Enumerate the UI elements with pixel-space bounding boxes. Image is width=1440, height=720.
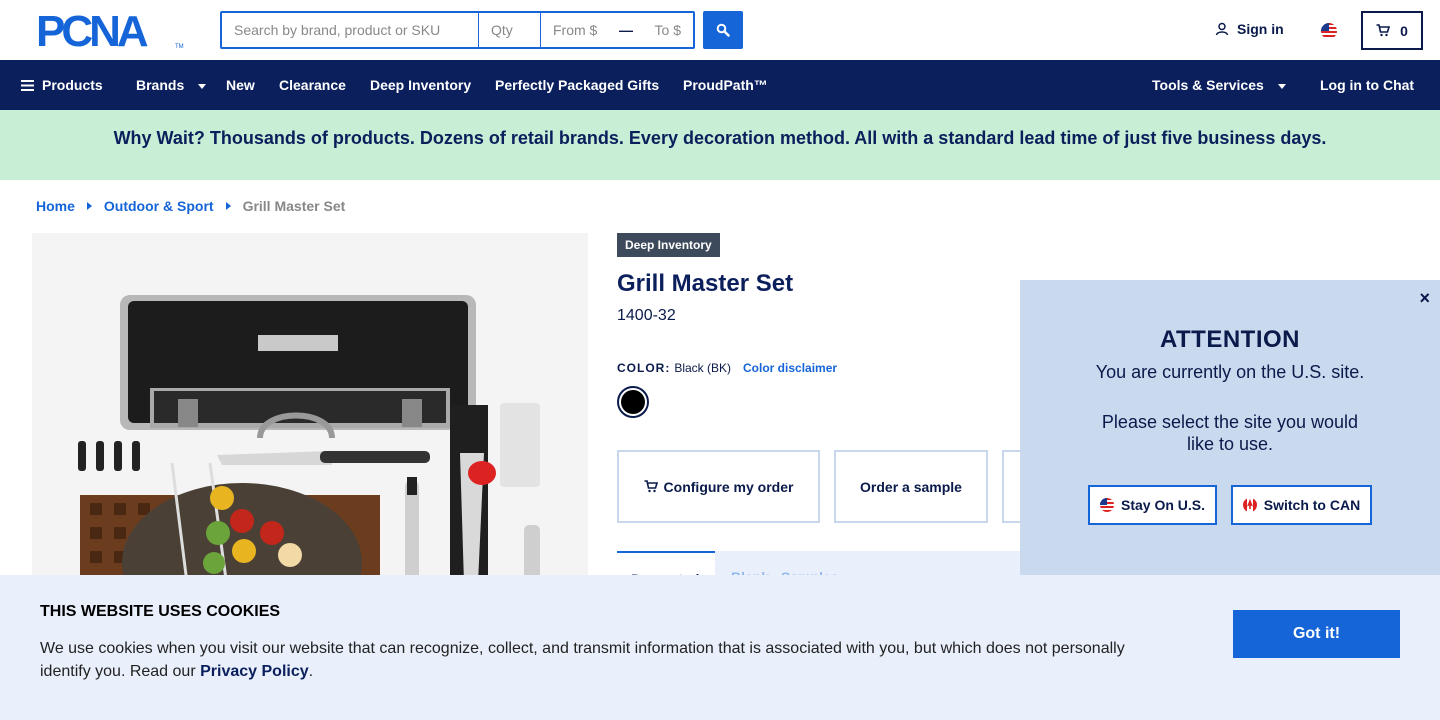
nav-clearance[interactable]: Clearance	[279, 60, 346, 110]
main-nav: Products Brands New Clearance Deep Inven…	[0, 60, 1440, 110]
grill-set-illustration	[78, 295, 540, 633]
close-icon[interactable]: ×	[1419, 288, 1430, 309]
nav-chat-label: Log in to Chat	[1320, 77, 1415, 93]
cookie-banner: THIS WEBSITE USES COOKIES We use cookies…	[0, 575, 1440, 720]
cookie-title: THIS WEBSITE USES COOKIES	[40, 603, 281, 620]
nav-tools-services[interactable]: Tools & Services	[1152, 60, 1286, 110]
nav-products-label: Products	[42, 77, 103, 93]
sign-in-link[interactable]: Sign in	[1215, 21, 1284, 37]
nav-new-label: New	[226, 77, 255, 93]
configure-order-label: Configure my order	[663, 478, 794, 495]
nav-gifts-label: Perfectly Packaged Gifts	[495, 77, 660, 93]
nav-proudpath-label: ProudPath™	[683, 77, 768, 93]
order-sample-label: Order a sample	[860, 478, 962, 495]
nav-proudpath[interactable]: ProudPath™	[683, 60, 768, 110]
breadcrumb: Home Outdoor & Sport Grill Master Set	[36, 198, 345, 214]
chevron-right-icon	[225, 202, 231, 210]
stay-us-label: Stay On U.S.	[1120, 497, 1206, 513]
privacy-policy-link[interactable]: Privacy Policy	[200, 663, 309, 680]
switch-can-button[interactable]: Switch to CAN	[1231, 485, 1372, 525]
svg-text:PCNA: PCNA	[36, 12, 148, 50]
nav-brands[interactable]: Brands	[136, 60, 207, 110]
site-selector-modal: × ATTENTION You are currently on the U.S…	[1020, 280, 1440, 580]
attention-current-site: You are currently on the U.S. site.	[1095, 362, 1365, 382]
product-sku: 1400-32	[617, 307, 676, 324]
price-range-input: From $ — To $	[541, 13, 693, 47]
price-from-input[interactable]: From $	[553, 22, 597, 38]
nav-log-in-to-chat[interactable]: Log in to Chat	[1320, 60, 1414, 110]
color-row: COLOR: Black (BK) Color disclaimer	[617, 361, 837, 375]
search-button[interactable]	[703, 11, 743, 49]
action-button-partial[interactable]	[1002, 450, 1020, 523]
hamburger-icon	[21, 79, 34, 91]
us-flag-icon	[1099, 498, 1114, 512]
search-bar: Search by brand, product or SKU Qty From…	[220, 11, 695, 49]
cart-count: 0	[1400, 22, 1408, 39]
cart-icon	[644, 480, 658, 493]
attention-title: ATTENTION	[1159, 326, 1301, 353]
attention-instruction: Please select the site you would like to…	[1101, 412, 1359, 454]
cart-icon	[1376, 24, 1391, 37]
switch-can-label: Switch to CAN	[1263, 497, 1361, 513]
search-icon	[716, 23, 730, 37]
sign-in-label: Sign in	[1237, 21, 1284, 37]
site-header: PCNA TM Search by brand, product or SKU …	[0, 0, 1440, 60]
pcna-logo[interactable]: PCNA TM	[36, 12, 184, 50]
deep-inventory-badge: Deep Inventory	[617, 233, 720, 257]
nav-deep-inventory[interactable]: Deep Inventory	[370, 60, 471, 110]
nav-deep-inventory-label: Deep Inventory	[370, 77, 472, 93]
swatch-dot	[621, 390, 645, 414]
nav-products[interactable]: Products	[21, 60, 103, 110]
chevron-down-icon	[198, 83, 207, 89]
got-it-button[interactable]: Got it!	[1233, 610, 1400, 658]
order-sample-button[interactable]: Order a sample	[834, 450, 988, 523]
product-image[interactable]	[32, 233, 588, 633]
chevron-right-icon	[86, 202, 92, 210]
canada-flag-icon	[1242, 498, 1257, 512]
color-swatch-black[interactable]	[617, 386, 649, 418]
qty-input[interactable]: Qty	[479, 13, 541, 47]
product-title: Grill Master Set	[617, 270, 794, 297]
search-input[interactable]: Search by brand, product or SKU	[222, 13, 479, 47]
breadcrumb-home[interactable]: Home	[36, 198, 75, 214]
user-icon	[1215, 22, 1229, 36]
nav-brands-label: Brands	[136, 77, 185, 93]
color-value: Black (BK)	[674, 361, 732, 375]
range-dash: —	[618, 22, 633, 38]
nav-new[interactable]: New	[226, 60, 255, 110]
svg-text:TM: TM	[175, 44, 184, 50]
breadcrumb-outdoor-sport[interactable]: Outdoor & Sport	[104, 198, 214, 214]
breadcrumb-current: Grill Master Set	[242, 198, 346, 214]
promo-text: Why Wait? Thousands of products. Dozens …	[113, 127, 1327, 148]
promo-banner: Why Wait? Thousands of products. Dozens …	[0, 110, 1440, 180]
stay-us-button[interactable]: Stay On U.S.	[1088, 485, 1217, 525]
color-label: COLOR:	[617, 361, 671, 375]
chevron-down-icon	[1277, 83, 1286, 89]
cookie-text: We use cookies when you visit our websit…	[40, 637, 1150, 683]
nav-perfectly-packaged-gifts[interactable]: Perfectly Packaged Gifts	[495, 60, 659, 110]
price-to-input[interactable]: To $	[655, 22, 681, 38]
nav-tools-label: Tools & Services	[1152, 77, 1264, 93]
us-flag-icon[interactable]	[1321, 23, 1337, 39]
nav-clearance-label: Clearance	[279, 77, 346, 93]
color-disclaimer-link[interactable]: Color disclaimer	[743, 361, 837, 375]
cookie-period: .	[308, 663, 314, 680]
configure-order-button[interactable]: Configure my order	[617, 450, 820, 523]
cart-button[interactable]: 0	[1361, 11, 1423, 50]
